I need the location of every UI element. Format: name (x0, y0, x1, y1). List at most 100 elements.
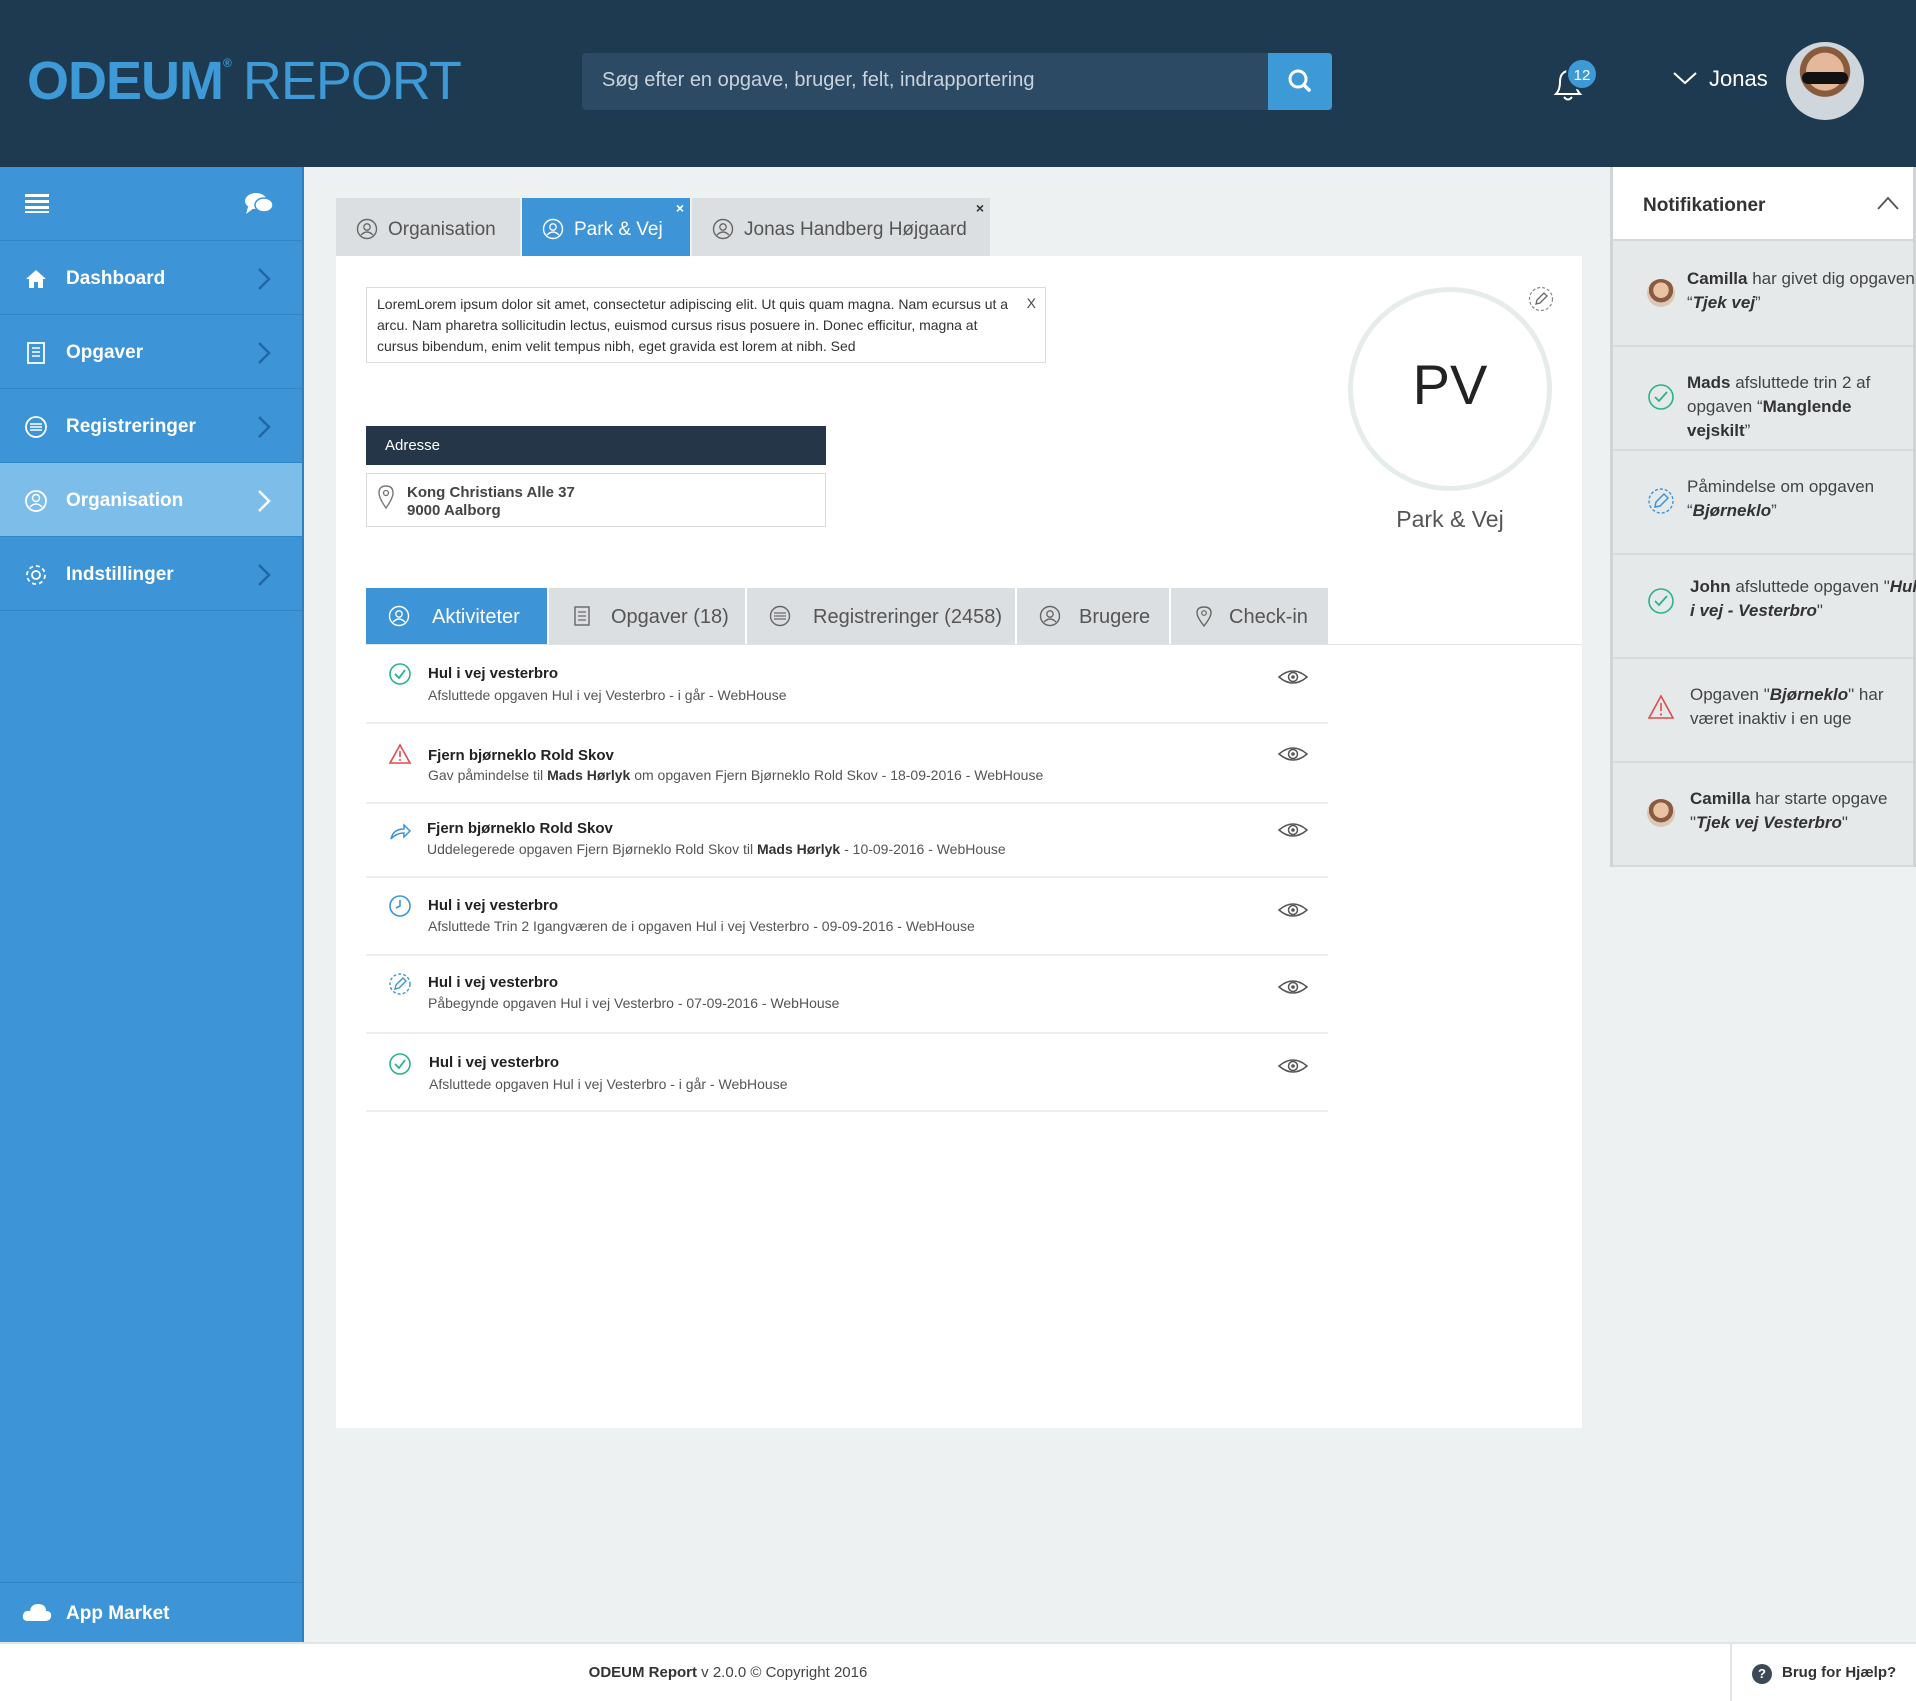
notification-text: Påmindelse om opgaven “Bjørneklo” (1687, 477, 1875, 520)
activity-item[interactable]: Hul i vej vesterbro Afsluttede opgaven H… (366, 1036, 1328, 1112)
edit-icon[interactable] (1528, 286, 1554, 312)
activity-description: Uddelegerede opgaven Fjern Bjørneklo Rol… (427, 841, 1006, 857)
tab-check-in[interactable]: Check-in (1171, 588, 1328, 644)
notification-item[interactable]: Påmindelse om opgaven “Bjørneklo” (1613, 451, 1913, 555)
address-heading: Adresse (366, 426, 826, 465)
activity-description: Påbegynde opgaven Hul i vej Vesterbro - … (428, 995, 840, 1011)
close-tab-button[interactable]: × (676, 200, 684, 216)
search-button[interactable] (1268, 53, 1332, 110)
notification-item[interactable]: Camilla har givet dig opgaven “Tjek vej” (1613, 243, 1915, 347)
clock-icon (389, 895, 411, 917)
logo-secondary: REPORT (242, 51, 462, 111)
copyright-text: ODEUM Report v 2.0.0 © Copyright 2016 (588, 1664, 868, 1681)
activity-description: Afsluttede opgaven Hul i vej Vesterbro -… (428, 687, 787, 703)
user-avatar[interactable] (1786, 42, 1864, 120)
activity-icon (388, 605, 410, 627)
activity-item[interactable]: Hul i vej vesterbro Afsluttede Trin 2 Ig… (366, 880, 1328, 956)
close-note-button[interactable]: X (1027, 293, 1036, 314)
tab-label: Jonas Handberg Højgaard (744, 219, 967, 240)
address-line-1: Kong Christians Alle 37 (407, 484, 575, 501)
notification-item[interactable]: Camilla har starte opgave "Tjek vej Vest… (1613, 763, 1913, 867)
gear-icon (26, 565, 46, 585)
chevron-down-icon[interactable] (1672, 68, 1698, 88)
activity-description: Gav påmindelse til Mads Hørlyk om opgave… (428, 767, 1044, 783)
notification-item[interactable]: Opgaven "Bjørneklo" har været inaktiv i … (1613, 659, 1913, 763)
chat-icon[interactable] (244, 191, 274, 217)
activity-title: Fjern bjørneklo Rold Skov (428, 747, 614, 764)
org-initials: PV (1412, 353, 1488, 416)
tab-organisation[interactable]: Organisation (336, 198, 520, 256)
tab-park-vej[interactable]: Park & Vej × (522, 198, 690, 256)
tab-label: Aktiviteter (432, 606, 520, 628)
top-header: ODEUM® REPORT Søg efter en opgave, bruger… (0, 0, 1916, 167)
eye-icon[interactable] (1278, 820, 1308, 840)
activity-description: Afsluttede Trin 2 Igangværen de i opgave… (428, 918, 975, 934)
activity-item[interactable]: Fjern bjørneklo Rold Skov Gav påmindelse… (366, 726, 1328, 804)
notification-item[interactable]: John afsluttede opgaven "Hul i vej - Ves… (1613, 555, 1916, 659)
forward-arrow-icon (390, 823, 412, 840)
chevron-right-icon (258, 268, 271, 290)
notification-text: Camilla har givet dig opgaven “Tjek vej” (1687, 269, 1915, 312)
tab-aktiviteter[interactable]: Aktiviteter (366, 588, 547, 644)
tab-label: Park & Vej (574, 219, 663, 240)
tab-opgaver[interactable]: Opgaver (18) (549, 588, 745, 644)
sidebar-item-label: Registreringer (66, 416, 196, 437)
map-pin-icon (1196, 606, 1212, 627)
app-market-link[interactable]: App Market (0, 1582, 302, 1642)
sidebar-item-label: Opgaver (66, 342, 144, 363)
check-circle-icon (389, 1053, 411, 1075)
organisation-icon (356, 218, 378, 240)
avatar (1647, 279, 1675, 307)
eye-icon[interactable] (1278, 977, 1308, 997)
sidebar-item-label: Dashboard (66, 268, 166, 289)
footer: ODEUM Report v 2.0.0 © Copyright 2016 ? … (0, 1642, 1916, 1701)
sidebar-top (0, 167, 302, 241)
sidebar-item-registreringer[interactable]: Registreringer (0, 389, 302, 463)
home-icon (26, 270, 46, 288)
warning-icon (388, 743, 412, 764)
activity-item[interactable]: Hul i vej vesterbro Påbegynde opgaven Hu… (366, 958, 1328, 1034)
tab-jonas-handberg-hojgaard[interactable]: Jonas Handberg Højgaard × (692, 198, 990, 256)
pencil-circle-icon (389, 973, 411, 995)
help-button[interactable]: ? Brug for Hjælp? (1730, 1644, 1916, 1701)
eye-icon[interactable] (1278, 900, 1308, 920)
note-box[interactable]: LoremLorem ipsum dolor sit amet, consect… (366, 287, 1046, 363)
warning-icon (1647, 694, 1675, 719)
logo-registered-mark: ® (223, 56, 232, 70)
user-icon (712, 218, 734, 240)
pencil-circle-icon (1648, 488, 1674, 514)
menu-icon[interactable] (25, 193, 49, 213)
avatar (1647, 799, 1675, 827)
notification-count-badge: 12 (1566, 58, 1598, 90)
activity-title: Hul i vej vesterbro (428, 974, 559, 991)
search-input[interactable]: Søg efter en opgave, bruger, felt, indra… (582, 53, 1332, 110)
sidebar: Dashboard Opgaver Registreringer Organis… (0, 167, 304, 1642)
eye-icon[interactable] (1278, 1056, 1308, 1076)
activity-description: Afsluttede opgaven Hul i vej Vesterbro -… (429, 1076, 788, 1092)
eye-icon[interactable] (1278, 744, 1308, 764)
address-box: Kong Christians Alle 37 9000 Aalborg (366, 473, 826, 527)
sidebar-item-opgaver[interactable]: Opgaver (0, 315, 302, 389)
activity-item[interactable]: Hul i vej vesterbro Afsluttede opgaven H… (366, 646, 1328, 724)
org-avatar-circle: PV (1348, 287, 1552, 491)
tab-label: Registreringer (2458) (813, 606, 1002, 628)
notifications-title: Notifikationer (1643, 195, 1766, 216)
sidebar-item-organisation[interactable]: Organisation (0, 463, 302, 537)
sidebar-item-dashboard[interactable]: Dashboard (0, 241, 302, 315)
tab-divider (366, 644, 1582, 645)
tasks-icon (574, 606, 590, 626)
notifications-header[interactable]: Notifikationer (1613, 167, 1913, 241)
tab-registreringer[interactable]: Registreringer (2458) (747, 588, 1015, 644)
user-name[interactable]: Jonas (1709, 66, 1768, 92)
activity-title: Hul i vej vesterbro (428, 665, 559, 682)
eye-icon[interactable] (1278, 667, 1308, 687)
tab-brugere[interactable]: Brugere (1017, 588, 1169, 644)
notification-item[interactable]: Mads afsluttede trin 2 af opgaven “Mangl… (1613, 347, 1913, 451)
activity-item[interactable]: Fjern bjørneklo Rold Skov Uddelegerede o… (366, 806, 1328, 878)
chevron-up-icon[interactable] (1877, 195, 1899, 211)
sidebar-item-indstillinger[interactable]: Indstillinger (0, 537, 302, 611)
organisation-icon (542, 218, 564, 240)
logo[interactable]: ODEUM® REPORT (27, 50, 462, 112)
address-line-2: 9000 Aalborg (407, 502, 501, 519)
close-tab-button[interactable]: × (976, 200, 984, 216)
